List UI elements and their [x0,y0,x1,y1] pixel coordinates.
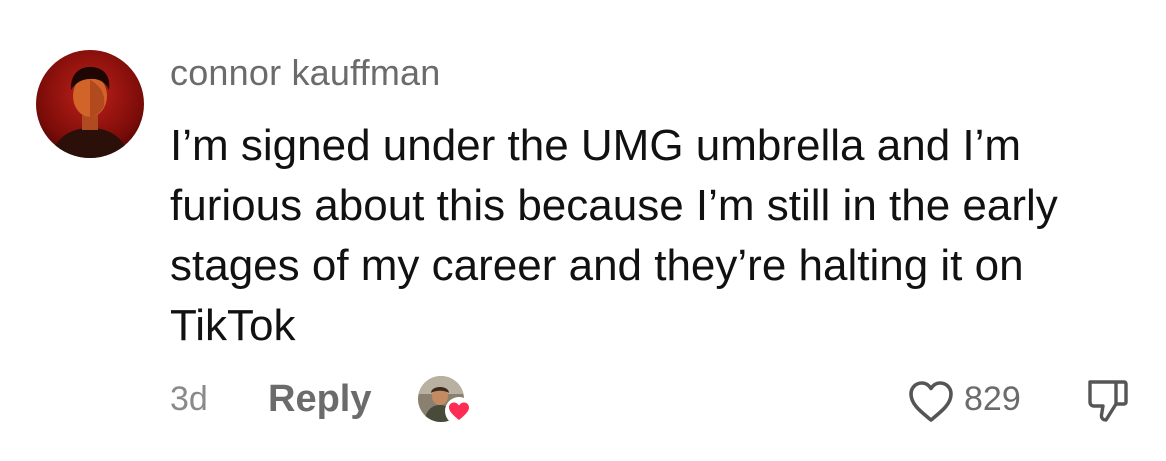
like-count: 829 [964,380,1021,418]
heart-outline-icon[interactable] [906,378,956,424]
reply-button[interactable]: Reply [268,378,371,421]
creator-heart-icon [444,396,474,426]
creator-liked-badge [418,376,474,426]
comment-timestamp: 3d [170,380,208,418]
user-avatar[interactable] [36,50,144,158]
comment-username[interactable]: connor kauffman [170,52,441,94]
comment-item: connor kauffman I’m signed under the UMG… [0,0,1166,461]
comment-text: I’m signed under the UMG umbrella and I’… [170,121,1058,350]
thumbs-down-icon[interactable] [1086,376,1130,424]
